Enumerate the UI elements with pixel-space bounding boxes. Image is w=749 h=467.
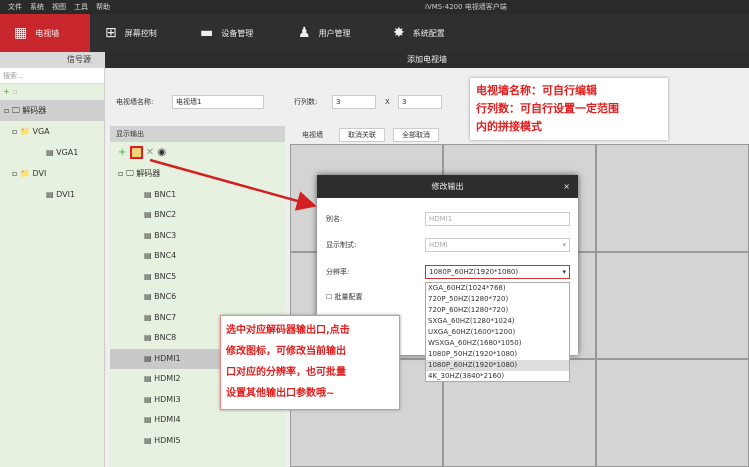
annotation-arrow [149,158,317,211]
